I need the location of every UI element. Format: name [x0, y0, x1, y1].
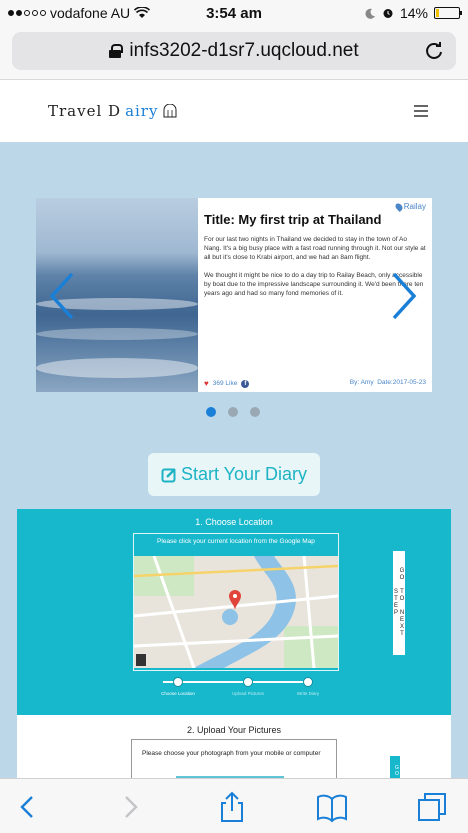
start-diary-button[interactable]: Start Your Diary — [148, 453, 320, 496]
share-icon[interactable] — [216, 791, 248, 823]
progress-label: Write Diary — [296, 691, 320, 696]
progress-node — [303, 677, 313, 687]
battery-fill — [436, 9, 440, 17]
browser-address-area: infs3202-d1sr7.uqcloud.net — [0, 26, 468, 80]
site-logo[interactable]: Travel Dairy — [48, 102, 178, 120]
moon-icon — [365, 8, 375, 19]
progress-tracker: Choose Location Upload Pictures Write Di… — [161, 677, 319, 707]
status-left: vodafone AU — [8, 5, 151, 21]
map-card: Please click your current location from … — [133, 533, 339, 671]
next-step-button[interactable]: GO TO NEXT STEP — [393, 551, 405, 655]
address-bar[interactable]: infs3202-d1sr7.uqcloud.net — [12, 32, 456, 70]
wifi-icon — [134, 7, 151, 18]
url-text: infs3202-d1sr7.uqcloud.net — [129, 40, 359, 61]
like-group: ♥ 369 Like f — [204, 379, 250, 388]
slide-title: Title: My first trip at Thailand — [204, 212, 382, 227]
map-graphic — [134, 556, 338, 668]
logo-text-1: Travel D — [48, 102, 122, 120]
map-caption: Please click your current location from … — [134, 534, 338, 550]
tabs-icon[interactable] — [416, 791, 448, 823]
backpack-icon — [163, 104, 177, 118]
step1-title: 1. Choose Location — [195, 517, 273, 527]
edit-icon — [161, 467, 176, 482]
heart-icon[interactable]: ♥ — [204, 379, 209, 388]
location-tag[interactable]: Railay — [393, 201, 426, 212]
upload-instruction: Please choose your photograph from your … — [142, 750, 321, 757]
carrier-name: vodafone AU — [50, 5, 131, 21]
carousel-indicators — [206, 407, 260, 417]
progress-label: Choose Location — [161, 691, 195, 696]
alarm-icon — [383, 9, 393, 18]
battery-icon — [434, 7, 462, 19]
step2-title: 2. Upload Your Pictures — [186, 725, 282, 735]
progress-node — [243, 677, 253, 687]
like-count: 369 Like — [212, 380, 238, 387]
facebook-icon[interactable]: f — [241, 379, 250, 388]
post-date: Date:2017-05-23 — [377, 379, 426, 386]
lock-icon — [109, 44, 124, 58]
google-map[interactable] — [134, 556, 338, 668]
step-choose-location: 1. Choose Location Please click your cur… — [17, 509, 451, 715]
site-header: Travel Dairy — [0, 80, 468, 142]
progress-label: Upload Pictures — [232, 691, 264, 696]
location-label: Railay — [403, 202, 426, 211]
battery-percent: 14% — [399, 5, 428, 21]
forward-icon[interactable] — [114, 791, 146, 823]
carousel-dot[interactable] — [228, 407, 238, 417]
slide-footer: ♥ 369 Like f By: Amy Date:2017-05-23 — [204, 379, 426, 388]
author-date: By: Amy Date:2017-05-23 — [350, 379, 426, 388]
bookmarks-icon[interactable] — [316, 791, 348, 823]
back-icon[interactable] — [12, 791, 44, 823]
reload-icon[interactable] — [424, 41, 444, 61]
progress-line — [163, 681, 305, 683]
carousel-prev-icon[interactable] — [48, 270, 76, 322]
location-pin-icon — [393, 201, 404, 212]
step-upload-pictures: 2. Upload Your Pictures Please choose yo… — [17, 715, 451, 786]
diary-carousel: Railay Title: My first trip at Thailand … — [36, 198, 432, 392]
start-diary-label: Start Your Diary — [180, 464, 308, 484]
signal-strength-icon — [8, 10, 46, 16]
status-right: 14% — [365, 5, 462, 21]
carousel-dot[interactable] — [206, 407, 216, 417]
slide-paragraph-1: For our last two nights in Thailand we d… — [204, 236, 426, 261]
progress-node — [173, 677, 183, 687]
carousel-next-icon[interactable] — [390, 270, 418, 322]
logo-text-2: airy — [125, 102, 159, 120]
author: By: Amy — [349, 379, 374, 386]
status-bar: vodafone AU 3:54 am 14% — [0, 0, 468, 26]
safari-toolbar — [0, 778, 468, 833]
menu-icon[interactable] — [414, 105, 428, 117]
carousel-dot[interactable] — [250, 407, 260, 417]
